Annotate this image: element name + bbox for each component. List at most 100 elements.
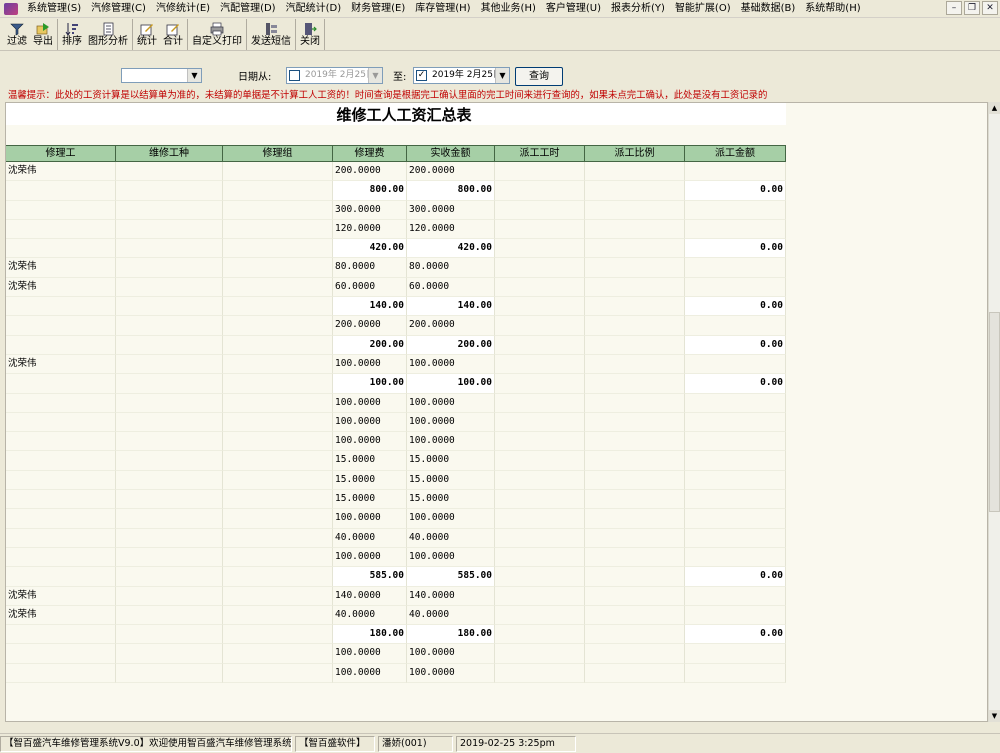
custom-print-button[interactable]: 自定义打印 bbox=[189, 19, 245, 50]
scroll-down-icon[interactable]: ▼ bbox=[989, 710, 1000, 722]
subtotal-row[interactable]: 420.00 420.00 0.00 bbox=[6, 239, 786, 259]
subtotal-row[interactable]: 140.00 140.00 0.00 bbox=[6, 297, 786, 317]
graph-analysis-label: 图形分析 bbox=[88, 35, 128, 47]
table-row[interactable]: 100.0000 100.0000 bbox=[6, 547, 786, 568]
table-cell bbox=[116, 239, 223, 259]
window-controls: – ❐ ✕ bbox=[946, 1, 998, 15]
column-header[interactable]: 派工比例 bbox=[585, 146, 685, 161]
subtotal-row[interactable]: 100.00 100.00 0.00 bbox=[6, 374, 786, 394]
column-header[interactable]: 修理工 bbox=[6, 146, 116, 161]
table-row[interactable]: 15.0000 15.0000 bbox=[6, 451, 786, 471]
menu-item[interactable]: 汽配统计(D) bbox=[281, 0, 347, 18]
table-row[interactable]: 120.0000 120.0000 bbox=[6, 219, 786, 240]
restore-icon[interactable]: ❐ bbox=[964, 1, 980, 15]
menu-item[interactable]: 客户管理(U) bbox=[541, 0, 606, 18]
menu-item[interactable]: 财务管理(E) bbox=[346, 0, 410, 18]
table-row[interactable]: 15.0000 15.0000 bbox=[6, 470, 786, 491]
filter-button[interactable]: 过滤 bbox=[4, 19, 30, 50]
menu-item[interactable]: 汽配管理(D) bbox=[215, 0, 281, 18]
table-row[interactable]: 沈荣伟 40.0000 40.0000 bbox=[6, 605, 786, 626]
menu-item[interactable]: 智能扩展(O) bbox=[670, 0, 736, 18]
date-from-picker[interactable]: 2019年 2月25日 ▼ bbox=[286, 67, 383, 84]
subtotal-row[interactable]: 180.00 180.00 0.00 bbox=[6, 625, 786, 645]
table-cell bbox=[223, 451, 333, 471]
close-window-icon[interactable]: ✕ bbox=[982, 1, 998, 15]
table-cell bbox=[495, 297, 585, 317]
menu-item[interactable]: 库存管理(H) bbox=[410, 0, 475, 18]
query-button[interactable]: 查询 bbox=[515, 67, 563, 86]
phone-icon bbox=[264, 22, 278, 36]
menu-item[interactable]: 汽修统计(E) bbox=[151, 0, 215, 18]
menu-item[interactable]: 基础数据(B) bbox=[736, 0, 801, 18]
table-cell bbox=[6, 412, 116, 433]
table-row[interactable]: 100.0000 100.0000 bbox=[6, 393, 786, 413]
table-row[interactable]: 200.0000 200.0000 bbox=[6, 316, 786, 336]
send-sms-button[interactable]: 发送短信 bbox=[248, 19, 294, 50]
table-row[interactable]: 100.0000 100.0000 bbox=[6, 412, 786, 433]
export-button[interactable]: 导出 bbox=[30, 19, 56, 50]
table-cell bbox=[116, 335, 223, 355]
date-to-picker[interactable]: ✓ 2019年 2月25日 ▼ bbox=[413, 67, 510, 84]
close-button[interactable]: 关闭 bbox=[297, 19, 323, 50]
date-from-label: 日期从: bbox=[238, 72, 272, 83]
table-row[interactable]: 15.0000 15.0000 bbox=[6, 490, 786, 510]
table-cell bbox=[685, 451, 786, 471]
table-cell bbox=[223, 567, 333, 587]
table-cell bbox=[6, 509, 116, 529]
table-row[interactable]: 100.0000 100.0000 bbox=[6, 432, 786, 452]
table-row[interactable]: 沈荣伟 80.0000 80.0000 bbox=[6, 258, 786, 278]
minimize-icon[interactable]: – bbox=[946, 1, 962, 15]
status-user: 潘娇(001) bbox=[378, 735, 453, 752]
menu-item[interactable]: 其他业务(H) bbox=[476, 0, 541, 18]
menu-item[interactable]: 系统管理(S) bbox=[22, 0, 86, 18]
table-cell bbox=[116, 644, 223, 664]
sort-button[interactable]: 排序 bbox=[59, 19, 85, 50]
table-cell bbox=[685, 470, 786, 491]
menu-bar: 系统管理(S) 汽修管理(C) 汽修统计(E) 汽配管理(D) 汽配统计(D) 财务管理(… bbox=[0, 0, 1000, 18]
category-combo[interactable]: ▼ bbox=[121, 68, 202, 83]
table-row[interactable]: 40.0000 40.0000 bbox=[6, 528, 786, 548]
table-cell: 585.00 bbox=[407, 567, 495, 587]
table-row[interactable]: 100.0000 100.0000 bbox=[6, 644, 786, 664]
table-row[interactable]: 300.0000 300.0000 bbox=[6, 200, 786, 220]
chevron-down-icon[interactable]: ▼ bbox=[368, 68, 382, 83]
table-cell bbox=[6, 297, 116, 317]
table-cell bbox=[585, 335, 685, 355]
table-row[interactable]: 100.0000 100.0000 bbox=[6, 509, 786, 529]
subtotal-row[interactable]: 800.00 800.00 0.00 bbox=[6, 181, 786, 201]
subtotal-row[interactable]: 200.00 200.00 0.00 bbox=[6, 335, 786, 355]
chevron-down-icon[interactable]: ▼ bbox=[495, 68, 509, 83]
column-header[interactable]: 修理组 bbox=[223, 146, 333, 161]
date-from-checkbox[interactable] bbox=[289, 70, 300, 81]
status-datetime: 2019-02-25 3:25pm bbox=[456, 735, 576, 752]
vertical-scrollbar[interactable]: ▲ ▼ bbox=[988, 102, 1000, 722]
column-header[interactable]: 维修工种 bbox=[116, 146, 223, 161]
table-row[interactable]: 沈荣伟 140.0000 140.0000 bbox=[6, 586, 786, 606]
stats-button[interactable]: 统计 bbox=[134, 19, 160, 50]
menu-item[interactable]: 报表分析(Y) bbox=[606, 0, 670, 18]
column-header[interactable]: 实收金额 bbox=[407, 146, 495, 161]
document-icon bbox=[101, 22, 115, 36]
column-header[interactable]: 派工金额 bbox=[685, 146, 786, 161]
table-cell: 40.0000 bbox=[333, 528, 407, 548]
table-cell bbox=[116, 297, 223, 317]
table-cell bbox=[6, 644, 116, 664]
total-button[interactable]: 合计 bbox=[160, 19, 186, 50]
date-to-checkbox[interactable]: ✓ bbox=[416, 70, 427, 81]
scroll-up-icon[interactable]: ▲ bbox=[989, 102, 1000, 114]
graph-analysis-button[interactable]: 图形分析 bbox=[85, 19, 131, 50]
table-row[interactable]: 沈荣伟 100.0000 100.0000 bbox=[6, 354, 786, 375]
table-row[interactable]: 沈荣伟 200.0000 200.0000 bbox=[6, 162, 786, 182]
column-header[interactable]: 派工工时 bbox=[495, 146, 585, 161]
table-row[interactable]: 100.0000 100.0000 bbox=[6, 663, 786, 684]
column-header[interactable]: 修理费 bbox=[333, 146, 407, 161]
chevron-down-icon[interactable]: ▼ bbox=[187, 69, 201, 82]
scroll-thumb[interactable] bbox=[989, 312, 1000, 512]
menu-item[interactable]: 系统帮助(H) bbox=[800, 0, 865, 18]
menu-item[interactable]: 汽修管理(C) bbox=[86, 0, 151, 18]
table-cell bbox=[116, 162, 223, 182]
table-row[interactable]: 沈荣伟 60.0000 60.0000 bbox=[6, 277, 786, 298]
table-cell bbox=[495, 239, 585, 259]
subtotal-row[interactable]: 585.00 585.00 0.00 bbox=[6, 567, 786, 587]
table-cell bbox=[585, 200, 685, 220]
